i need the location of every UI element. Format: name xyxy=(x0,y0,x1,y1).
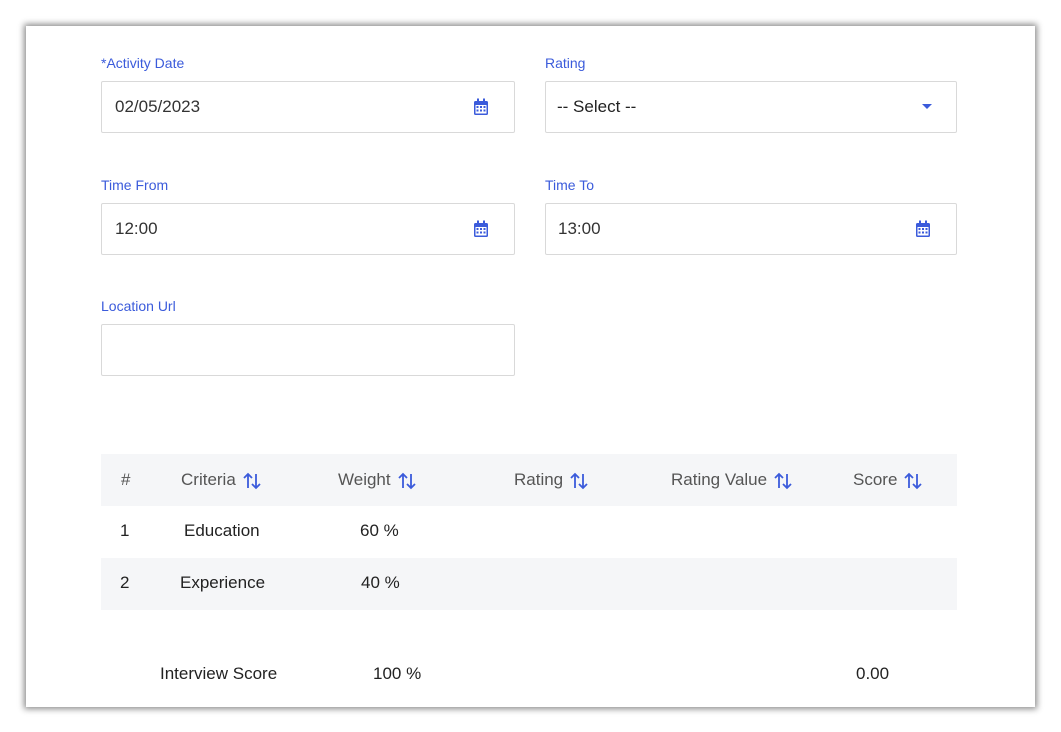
rating-select[interactable]: -- Select -- xyxy=(545,81,957,133)
column-header-score-label: Score xyxy=(853,470,898,489)
column-header-score[interactable]: Score xyxy=(853,470,923,491)
row-number: 2 xyxy=(120,573,130,592)
row-weight: 60 % xyxy=(360,521,399,540)
chevron-down-icon[interactable] xyxy=(922,104,932,109)
interview-score-weight: 100 % xyxy=(373,664,422,683)
location-url-label: Location Url xyxy=(101,298,176,314)
sort-icon[interactable] xyxy=(773,471,793,491)
column-header-rating-label: Rating xyxy=(514,470,564,489)
row-criteria: Education xyxy=(184,521,260,540)
calendar-icon[interactable] xyxy=(473,98,489,116)
table-row: 1 Education 60 % xyxy=(101,506,957,558)
interview-score-total: 0.00 xyxy=(856,664,890,683)
location-url-input[interactable] xyxy=(101,324,515,376)
column-header-number: # xyxy=(121,470,131,489)
column-header-criteria[interactable]: Criteria xyxy=(181,470,262,491)
sort-icon[interactable] xyxy=(242,471,262,491)
column-header-weight[interactable]: Weight xyxy=(338,470,417,491)
sort-icon[interactable] xyxy=(903,471,923,491)
activity-date-field[interactable]: 02/05/2023 xyxy=(101,81,515,133)
time-from-label: Time From xyxy=(101,177,169,193)
rating-select-value: -- Select -- xyxy=(557,97,637,116)
sort-icon[interactable] xyxy=(397,471,417,491)
column-header-criteria-label: Criteria xyxy=(181,470,236,489)
sort-icon[interactable] xyxy=(569,471,589,491)
table-header: # Criteria Weight Rating Rating Value Sc… xyxy=(101,454,957,506)
activity-date-label: *Activity Date xyxy=(101,55,185,71)
column-header-rating[interactable]: Rating xyxy=(514,470,589,491)
interview-score-label: Interview Score xyxy=(160,664,278,683)
row-number: 1 xyxy=(120,521,130,540)
table-row: 2 Experience 40 % xyxy=(101,558,957,610)
time-to-value: 13:00 xyxy=(558,219,601,238)
rating-label: Rating xyxy=(545,55,586,71)
column-header-rating-value[interactable]: Rating Value xyxy=(671,470,793,491)
row-criteria: Experience xyxy=(180,573,266,592)
calendar-icon[interactable] xyxy=(915,220,931,238)
column-header-weight-label: Weight xyxy=(338,470,391,489)
activity-date-value: 02/05/2023 xyxy=(115,97,201,116)
time-to-field[interactable]: 13:00 xyxy=(545,203,957,255)
column-header-rating-value-label: Rating Value xyxy=(671,470,768,489)
time-from-field[interactable]: 12:00 xyxy=(101,203,515,255)
time-from-value: 12:00 xyxy=(115,219,158,238)
row-weight: 40 % xyxy=(361,573,400,592)
calendar-icon[interactable] xyxy=(473,220,489,238)
time-to-label: Time To xyxy=(545,177,595,193)
